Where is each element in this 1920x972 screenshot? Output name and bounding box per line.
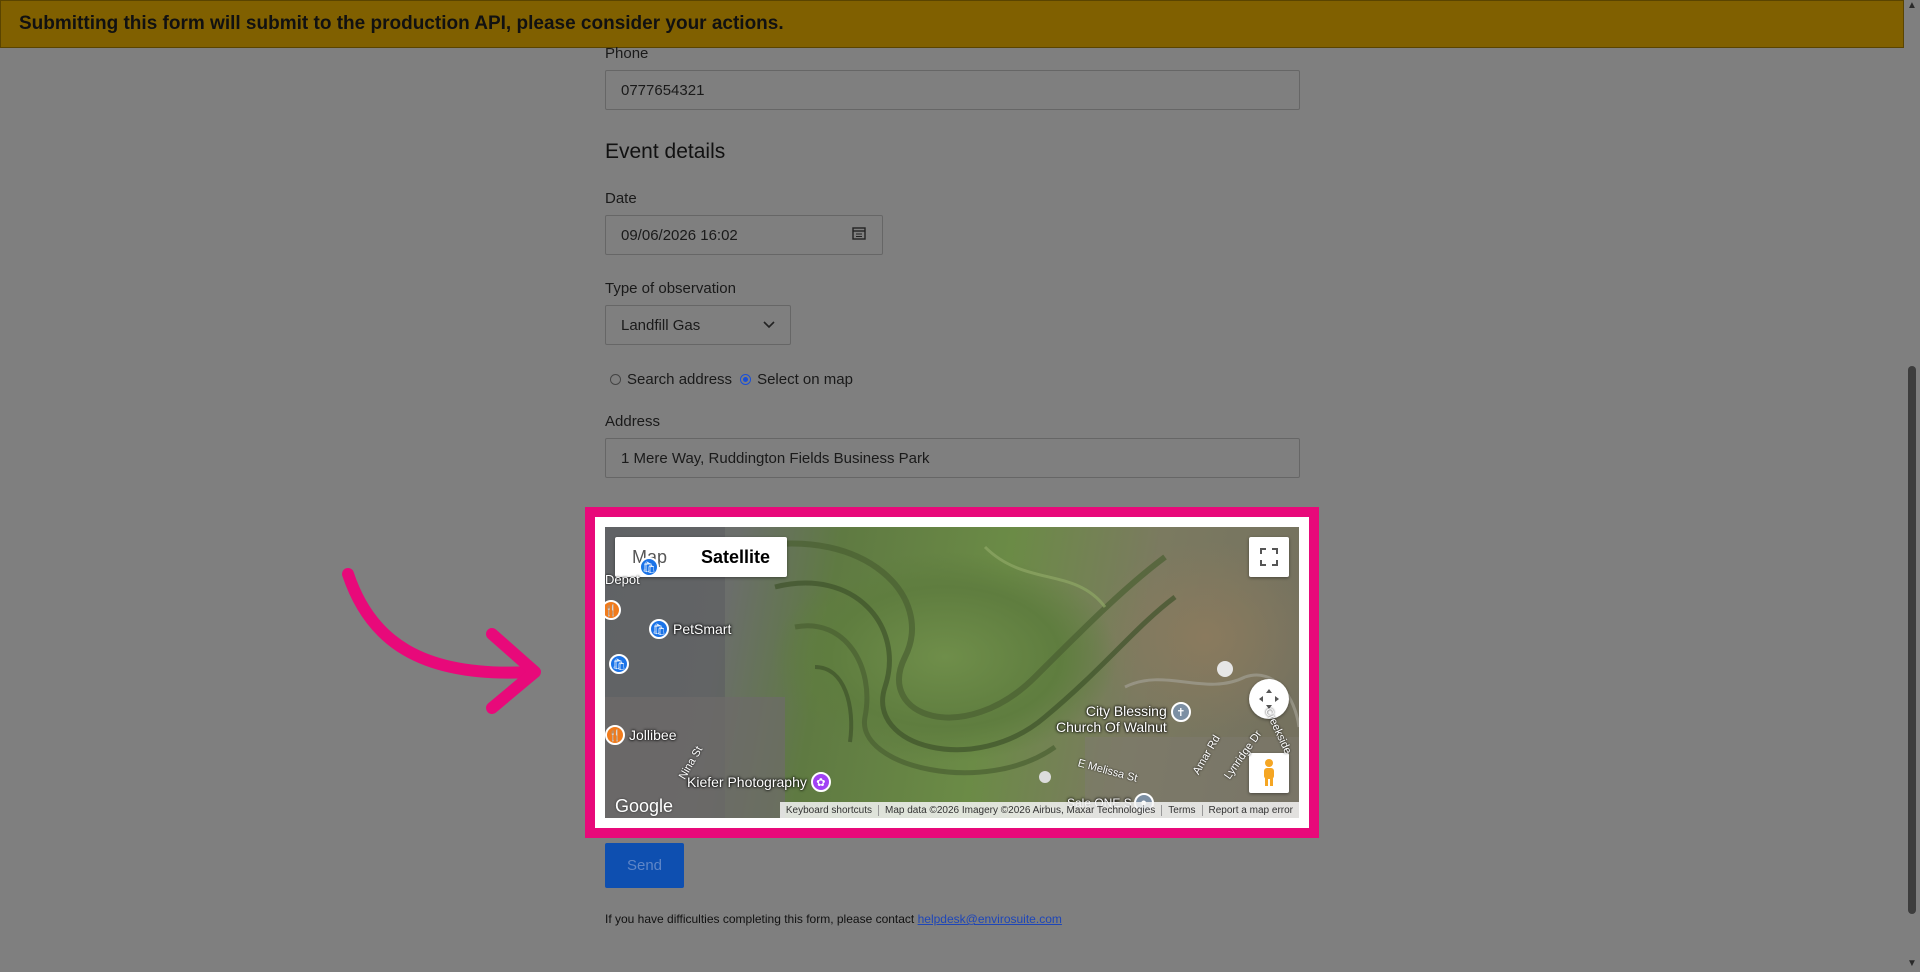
radio-select-on-map-label: Select on map bbox=[757, 371, 853, 388]
camera-icon: ✿ bbox=[810, 772, 831, 792]
chevron-down-icon bbox=[762, 317, 776, 334]
report-map-error-link[interactable]: Report a map error bbox=[1203, 805, 1299, 816]
radio-search-address-label: Search address bbox=[627, 371, 733, 388]
google-logo: Google bbox=[615, 796, 674, 816]
shopping-bag-icon: 🛍 bbox=[639, 557, 659, 577]
map-label-depot: Depot bbox=[605, 572, 640, 587]
phone-label: Phone bbox=[605, 45, 649, 62]
radio-select-on-map[interactable] bbox=[740, 374, 752, 385]
keyboard-shortcuts-link[interactable]: Keyboard shortcuts bbox=[780, 804, 880, 816]
send-button[interactable]: Send bbox=[605, 843, 684, 888]
map-poi-petsmart[interactable]: 🛍 PetSmart bbox=[649, 619, 731, 639]
map-view[interactable]: Map Satellite 🛍 Depot 🍴 🛍 PetSmart 🛍 🍴 J… bbox=[605, 527, 1299, 818]
phone-value: 0777654321 bbox=[621, 81, 705, 99]
map-attribution-bar: Keyboard shortcuts Map data ©2026 Imager… bbox=[779, 802, 1299, 818]
annotation-arrow-icon bbox=[342, 568, 541, 714]
calendar-icon[interactable] bbox=[852, 226, 866, 244]
date-label: Date bbox=[605, 190, 637, 207]
map-label-jollibee: Jollibee bbox=[629, 727, 677, 743]
map-label-city-blessing: City Blessing bbox=[1085, 703, 1167, 719]
scrollbar-thumb[interactable] bbox=[1908, 366, 1916, 914]
fullscreen-icon bbox=[1260, 548, 1278, 566]
observation-type-value: Landfill Gas bbox=[621, 316, 701, 334]
map-type-satellite[interactable]: Satellite bbox=[684, 537, 787, 577]
footer-text: If you have difficulties completing this… bbox=[605, 912, 918, 926]
map-poi-depot[interactable]: 🛍 bbox=[639, 557, 659, 577]
map-label-kiefer-photography: Kiefer Photography bbox=[687, 774, 807, 790]
scroll-down-arrow-icon[interactable]: ▼ bbox=[1907, 958, 1917, 969]
terms-link[interactable]: Terms bbox=[1162, 804, 1203, 816]
footer-help-text: If you have difficulties completing this… bbox=[605, 912, 1062, 926]
scroll-up-arrow-icon[interactable]: ▲ bbox=[1907, 0, 1917, 11]
phone-input[interactable]: 0777654321 bbox=[605, 70, 1300, 110]
event-details-heading: Event details bbox=[605, 140, 726, 163]
page-scrollbar[interactable]: ▲ ▼ bbox=[1904, 0, 1920, 972]
address-input[interactable]: 1 Mere Way, Ruddington Fields Business P… bbox=[605, 438, 1300, 478]
restaurant-icon: 🍴 bbox=[605, 725, 625, 745]
radio-search-address[interactable] bbox=[610, 374, 621, 385]
address-label: Address bbox=[605, 413, 661, 430]
restaurant-icon: 🍴 bbox=[605, 600, 621, 620]
warning-text: Submitting this form will submit to the … bbox=[19, 13, 784, 34]
map-poi-kiefer-photography[interactable]: Kiefer Photography ✿ bbox=[687, 772, 831, 792]
pegman-icon bbox=[1264, 759, 1274, 786]
map-poi-city-blessing[interactable]: City Blessing Church Of Walnut ✝ bbox=[1052, 702, 1191, 735]
date-value: 09/06/2026 16:02 bbox=[621, 226, 738, 244]
date-input[interactable]: 09/06/2026 16:02 bbox=[605, 215, 883, 255]
observation-type-select[interactable]: Landfill Gas bbox=[605, 305, 791, 345]
warning-banner: Submitting this form will submit to the … bbox=[0, 0, 1904, 48]
observation-type-label: Type of observation bbox=[605, 280, 736, 297]
address-value: 1 Mere Way, Ruddington Fields Business P… bbox=[621, 449, 930, 467]
shopping-bag-icon: 🛍 bbox=[649, 619, 669, 639]
map-label-petsmart: PetSmart bbox=[673, 621, 732, 637]
map-poi-jollibee[interactable]: 🍴 Jollibee bbox=[605, 725, 676, 745]
map-label-church-of-walnut: Church Of Walnut bbox=[1056, 719, 1167, 735]
map-poi-store[interactable]: 🛍 bbox=[609, 654, 629, 674]
street-view-pegman-button[interactable] bbox=[1249, 753, 1289, 793]
church-icon: ✝ bbox=[1170, 702, 1191, 722]
map-data-text: Map data ©2026 Imagery ©2026 Airbus, Max… bbox=[879, 804, 1163, 816]
location-mode-group: Search address Select on map bbox=[610, 371, 853, 388]
map-poi-restaurant[interactable]: 🍴 bbox=[605, 600, 621, 620]
shopping-bag-icon: 🛍 bbox=[609, 654, 629, 674]
helpdesk-email-link[interactable]: helpdesk@envirosuite.com bbox=[918, 912, 1062, 926]
fullscreen-button[interactable] bbox=[1249, 537, 1289, 577]
